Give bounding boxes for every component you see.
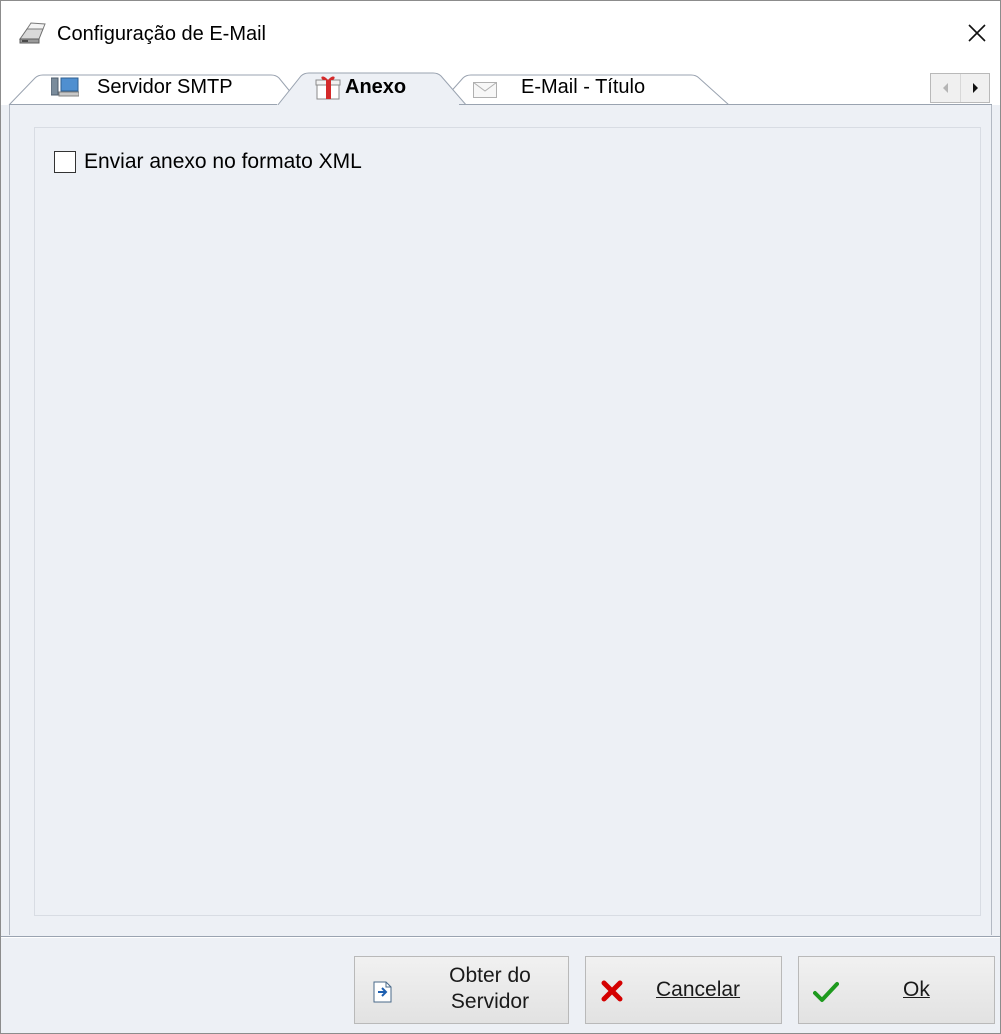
tab-anexo[interactable]: Anexo <box>301 65 451 105</box>
cancelar-button[interactable]: Cancelar <box>585 956 782 1024</box>
tab-scroll-right-button[interactable] <box>960 74 989 102</box>
tab-strip: Servidor SMTP Anexo E-Mail - Título <box>1 65 1000 106</box>
tab-label-anexo: Anexo <box>345 76 407 98</box>
obter-do-servidor-button[interactable]: Obter do Servidor <box>354 956 569 1024</box>
window-title: Configuração de E-Mail <box>57 23 266 45</box>
ok-button[interactable]: Ok <box>798 956 995 1024</box>
cancelar-label: Cancelar <box>656 978 741 1001</box>
printer-mail-icon <box>17 21 47 47</box>
arrow-right-icon <box>973 83 978 93</box>
tab-scroll-buttons <box>930 73 990 103</box>
envelope-icon <box>473 82 497 103</box>
close-icon <box>968 24 986 42</box>
footer-separator <box>1 936 1000 938</box>
title-bar: Configuração de E-Mail <box>1 1 1000 65</box>
import-icon <box>373 981 393 1003</box>
tab-label-email-titulo: E-Mail - Título <box>521 76 646 98</box>
obter-label-line2: Servidor <box>450 990 530 1013</box>
tab-page-anexo <box>9 105 992 935</box>
xml-attachment-checkbox[interactable] <box>54 151 76 173</box>
close-button[interactable] <box>954 13 1000 53</box>
cancel-x-icon <box>600 979 624 1003</box>
gift-icon <box>315 74 341 105</box>
ok-label: Ok <box>903 978 930 1001</box>
xml-attachment-label: Enviar anexo no formato XML <box>84 150 362 173</box>
computer-icon <box>50 77 80 102</box>
options-panel <box>34 127 981 916</box>
tab-scroll-left-button[interactable] <box>931 74 960 102</box>
email-config-dialog: Configuração de E-Mail Servidor SMTP Ane… <box>0 0 1001 1034</box>
xml-attachment-option[interactable]: Enviar anexo no formato XML <box>54 149 362 175</box>
tab-email-titulo[interactable]: E-Mail - Título <box>461 65 721 105</box>
tab-servidor-smtp[interactable]: Servidor SMTP <box>31 65 281 105</box>
checkmark-icon <box>813 981 839 1003</box>
obter-label-line1: Obter do <box>449 964 531 987</box>
tab-label-servidor-smtp: Servidor SMTP <box>97 76 233 98</box>
arrow-left-icon <box>942 83 948 93</box>
